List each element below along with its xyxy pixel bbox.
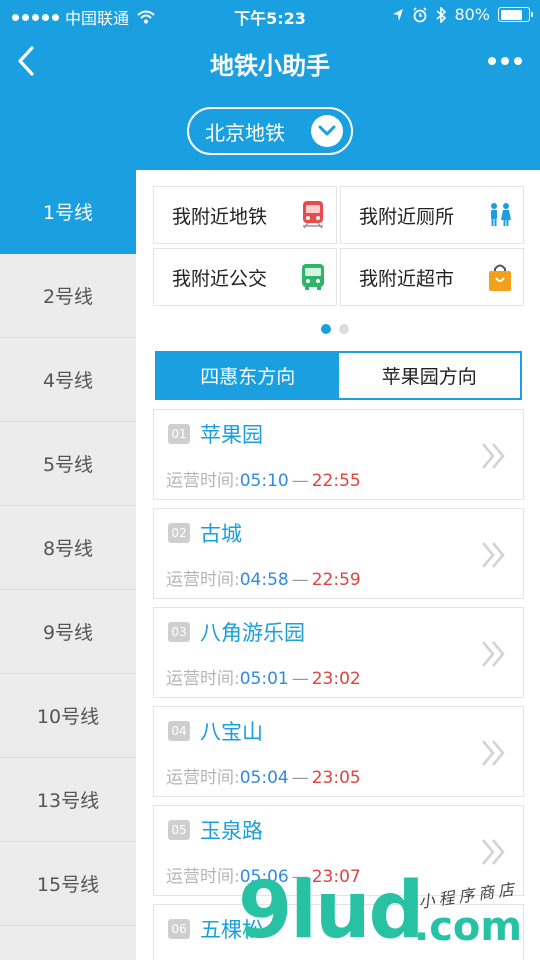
station-card[interactable]: 06 五棵松 <box>153 904 524 960</box>
double-chevron-right-icon <box>482 839 505 865</box>
station-name: 古城 <box>200 522 242 546</box>
alarm-icon <box>413 6 428 22</box>
double-chevron-right-icon <box>482 641 505 667</box>
battery-percent: 80% <box>454 5 490 24</box>
status-right: 80% <box>392 5 533 24</box>
station-number: 04 <box>168 721 190 741</box>
open-time: 05:04 <box>239 768 289 788</box>
main-content: 我附近地铁 我附近厕所 我附近公交 我附近超市 四惠东方向 苹果园方向 01 苹… <box>136 170 540 960</box>
station-hours: 运营时间:05:04—23:05 <box>166 763 361 788</box>
sidebar-item-line-9[interactable]: 9号线 <box>0 590 136 674</box>
station-card[interactable]: 01 苹果园 运营时间:05:10—22:55 <box>153 409 524 500</box>
quick-link-label: 我附近厕所 <box>359 205 455 228</box>
open-time: 05:10 <box>239 471 289 491</box>
sidebar-item-line-8[interactable]: 8号线 <box>0 506 136 590</box>
hours-label: 运营时间: <box>166 570 240 590</box>
time-separator: — <box>291 867 309 887</box>
station-list: 01 苹果园 运营时间:05:10—22:55 02 古城 运营时间:04:58… <box>153 409 524 960</box>
station-number: 05 <box>168 820 190 840</box>
sidebar-item-line-5[interactable]: 5号线 <box>0 422 136 506</box>
quick-link-nearby-subway[interactable]: 我附近地铁 <box>153 186 337 244</box>
chevron-down-icon <box>311 115 343 147</box>
open-time: 05:01 <box>239 669 289 689</box>
time-separator: — <box>291 570 309 590</box>
close-time: 23:07 <box>311 867 361 887</box>
hours-label: 运营时间: <box>166 867 240 887</box>
status-bar: 中国联通 下午5:23 80% <box>0 0 540 32</box>
city-selector-label: 北京地铁 <box>205 120 285 145</box>
hours-label: 运营时间: <box>166 768 240 788</box>
station-card[interactable]: 04 八宝山 运营时间:05:04—23:05 <box>153 706 524 797</box>
open-time: 05:06 <box>239 867 289 887</box>
sidebar-item-line-13[interactable]: 13号线 <box>0 758 136 842</box>
city-selector[interactable]: 北京地铁 <box>187 107 353 155</box>
tab-direction-pingguoyuan[interactable]: 苹果园方向 <box>338 353 520 398</box>
bluetooth-icon <box>436 6 447 23</box>
station-hours: 运营时间:05:06—23:07 <box>166 862 361 887</box>
close-time: 22:55 <box>311 471 361 491</box>
station-hours: 运营时间:05:10—22:55 <box>166 466 361 491</box>
open-time: 04:58 <box>239 570 289 590</box>
hours-label: 运营时间: <box>166 669 240 689</box>
time-separator: — <box>291 471 309 491</box>
sidebar-item-line-4[interactable]: 4号线 <box>0 338 136 422</box>
double-chevron-right-icon <box>482 443 505 469</box>
station-number: 03 <box>168 622 190 642</box>
quick-link-nearby-bus[interactable]: 我附近公交 <box>153 248 337 306</box>
battery-level <box>500 9 523 20</box>
station-number: 01 <box>168 424 190 444</box>
time-separator: — <box>291 768 309 788</box>
page-title: 地铁小助手 <box>210 52 330 80</box>
quick-link-label: 我附近公交 <box>172 267 268 290</box>
quick-link-nearby-restroom[interactable]: 我附近厕所 <box>340 186 524 244</box>
tab-direction-sihuidong[interactable]: 四惠东方向 <box>157 353 339 398</box>
restroom-icon <box>491 203 511 226</box>
shopping-bag-icon <box>489 264 511 291</box>
direction-tabs: 四惠东方向 苹果园方向 <box>155 351 522 400</box>
double-chevron-right-icon <box>482 740 505 766</box>
station-card[interactable]: 03 八角游乐园 运营时间:05:01—23:02 <box>153 607 524 698</box>
quick-link-nearby-supermarket[interactable]: 我附近超市 <box>340 248 524 306</box>
more-menu-button[interactable] <box>488 57 522 65</box>
station-hours: 运营时间:05:01—23:02 <box>166 664 361 689</box>
sidebar-item-line-1[interactable]: 1号线 <box>0 170 136 254</box>
battery-icon <box>498 7 533 22</box>
location-arrow-icon <box>393 8 404 21</box>
line-sidebar: 1号线 2号线 4号线 5号线 8号线 9号线 10号线 13号线 15号线 <box>0 170 136 960</box>
nav-bar: 地铁小助手 <box>0 32 540 90</box>
hours-label: 运营时间: <box>166 471 240 491</box>
sidebar-item-line-10[interactable]: 10号线 <box>0 674 136 758</box>
app-header: 中国联通 下午5:23 80% 地铁小助手 北京地铁 <box>0 0 540 170</box>
close-time: 23:05 <box>311 768 361 788</box>
station-card[interactable]: 05 玉泉路 运营时间:05:06—23:07 <box>153 805 524 896</box>
station-name: 五棵松 <box>200 918 263 942</box>
station-name: 八角游乐园 <box>200 621 305 645</box>
carousel-pager <box>321 324 349 334</box>
pager-dot-active[interactable] <box>321 324 331 334</box>
subway-train-icon <box>303 201 323 229</box>
sidebar-item-line-2[interactable]: 2号线 <box>0 254 136 338</box>
close-time: 23:02 <box>311 669 361 689</box>
sidebar-item-line-15[interactable]: 15号线 <box>0 842 136 926</box>
pager-dot[interactable] <box>339 324 349 334</box>
bus-icon <box>302 264 324 290</box>
station-name: 八宝山 <box>200 720 263 744</box>
station-card[interactable]: 02 古城 运营时间:04:58—22:59 <box>153 508 524 599</box>
station-number: 02 <box>168 523 190 543</box>
station-name: 苹果园 <box>200 423 263 447</box>
station-hours: 运营时间:04:58—22:59 <box>166 565 361 590</box>
quick-link-label: 我附近超市 <box>359 267 455 290</box>
station-name: 玉泉路 <box>200 819 263 843</box>
quick-link-label: 我附近地铁 <box>172 205 268 228</box>
double-chevron-right-icon <box>482 542 505 568</box>
close-time: 22:59 <box>311 570 361 590</box>
station-number: 06 <box>168 919 190 939</box>
time-separator: — <box>291 669 309 689</box>
